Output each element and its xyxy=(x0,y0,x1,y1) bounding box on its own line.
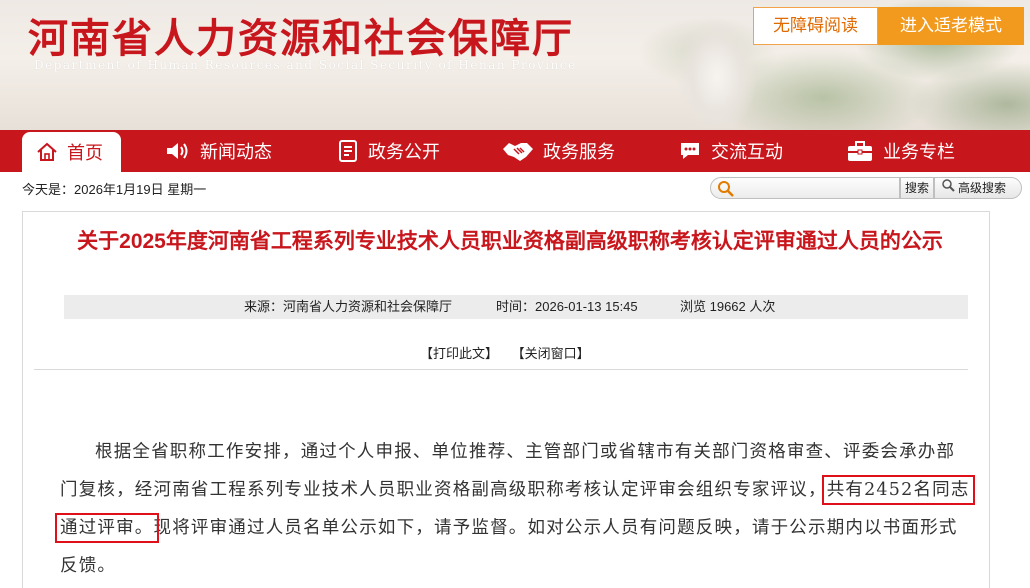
nav-item-label: 政务服务 xyxy=(543,142,615,162)
advanced-search-icon xyxy=(941,178,955,198)
divider xyxy=(34,369,968,370)
nav-item-label: 业务专栏 xyxy=(883,142,955,162)
home-icon xyxy=(36,141,58,163)
nav-item-label: 交流互动 xyxy=(711,142,783,162)
elderly-mode-button[interactable]: 进入适老模式 xyxy=(878,7,1024,45)
article-meta: 来源：河南省人力资源和社会保障厅 时间：2026-01-13 15:45 浏览 … xyxy=(64,295,968,319)
briefcase-icon xyxy=(846,139,874,163)
handshake-icon xyxy=(502,139,534,163)
close-window-link[interactable]: 【关闭窗口】 xyxy=(512,346,590,361)
main-nav: 首页 新闻动态 政务公开 政务服务 交流互动 业务专栏 xyxy=(0,130,1030,172)
banner-statue-image xyxy=(672,0,762,128)
article-tools: 【打印此文】 【关闭窗口】 xyxy=(420,343,600,362)
site-subtitle: Department of Human Resources and Social… xyxy=(34,58,577,72)
nav-item-special[interactable]: 业务专栏 xyxy=(846,130,955,172)
search-input[interactable] xyxy=(710,177,900,199)
article-title: 关于2025年度河南省工程系列专业技术人员职业资格副高级职称考核认定评审通过人员… xyxy=(77,230,943,253)
advanced-search-label: 高级搜索 xyxy=(958,181,1007,195)
article-time: 时间：2026-01-13 15:45 xyxy=(496,299,638,314)
nav-item-label: 新闻动态 xyxy=(200,142,272,162)
paragraph-text: 现将评审通过人员名单公示如下，请予监督。如对公示人员有问题反映，请于公示期内以书… xyxy=(60,518,958,576)
today-date: 今天是：2026年1月19日 星期一 xyxy=(22,182,207,197)
advanced-search-button[interactable]: 高级搜索 xyxy=(934,177,1022,199)
document-icon xyxy=(337,139,359,163)
article-source: 来源：河南省人力资源和社会保障厅 xyxy=(244,299,453,314)
accessibility-button[interactable]: 无障碍阅读 xyxy=(753,7,878,45)
nav-item-interaction[interactable]: 交流互动 xyxy=(678,130,783,172)
nav-item-gov-service[interactable]: 政务服务 xyxy=(502,130,615,172)
nav-item-label: 首页 xyxy=(67,143,103,163)
header-banner: 河南省人力资源和社会保障厅 Department of Human Resour… xyxy=(0,0,1030,130)
article-views: 浏览 19662 人次 xyxy=(680,299,776,314)
nav-item-news[interactable]: 新闻动态 xyxy=(165,130,272,172)
site-title: 河南省人力资源和社会保障厅 xyxy=(28,15,574,62)
article-body: 根据全省职称工作安排，通过个人申报、单位推荐、主管部门或省辖市有关部门资格审查、… xyxy=(55,433,975,585)
nav-item-home[interactable]: 首页 xyxy=(22,132,121,172)
nav-item-label: 政务公开 xyxy=(368,142,440,162)
search-icon xyxy=(717,180,735,202)
article-paragraph: 根据全省职称工作安排，通过个人申报、单位推荐、主管部门或省辖市有关部门资格审查、… xyxy=(55,433,975,585)
paragraph-text: 根据全省职称工作安排，通过个人申报、单位推荐、主管部门或省辖市有关部门资格审查、… xyxy=(60,442,956,500)
search-button[interactable]: 搜索 xyxy=(900,177,934,199)
print-link[interactable]: 【打印此文】 xyxy=(420,346,498,361)
nav-item-gov-info[interactable]: 政务公开 xyxy=(337,130,440,172)
chat-icon xyxy=(678,140,702,162)
speaker-icon xyxy=(165,140,191,162)
